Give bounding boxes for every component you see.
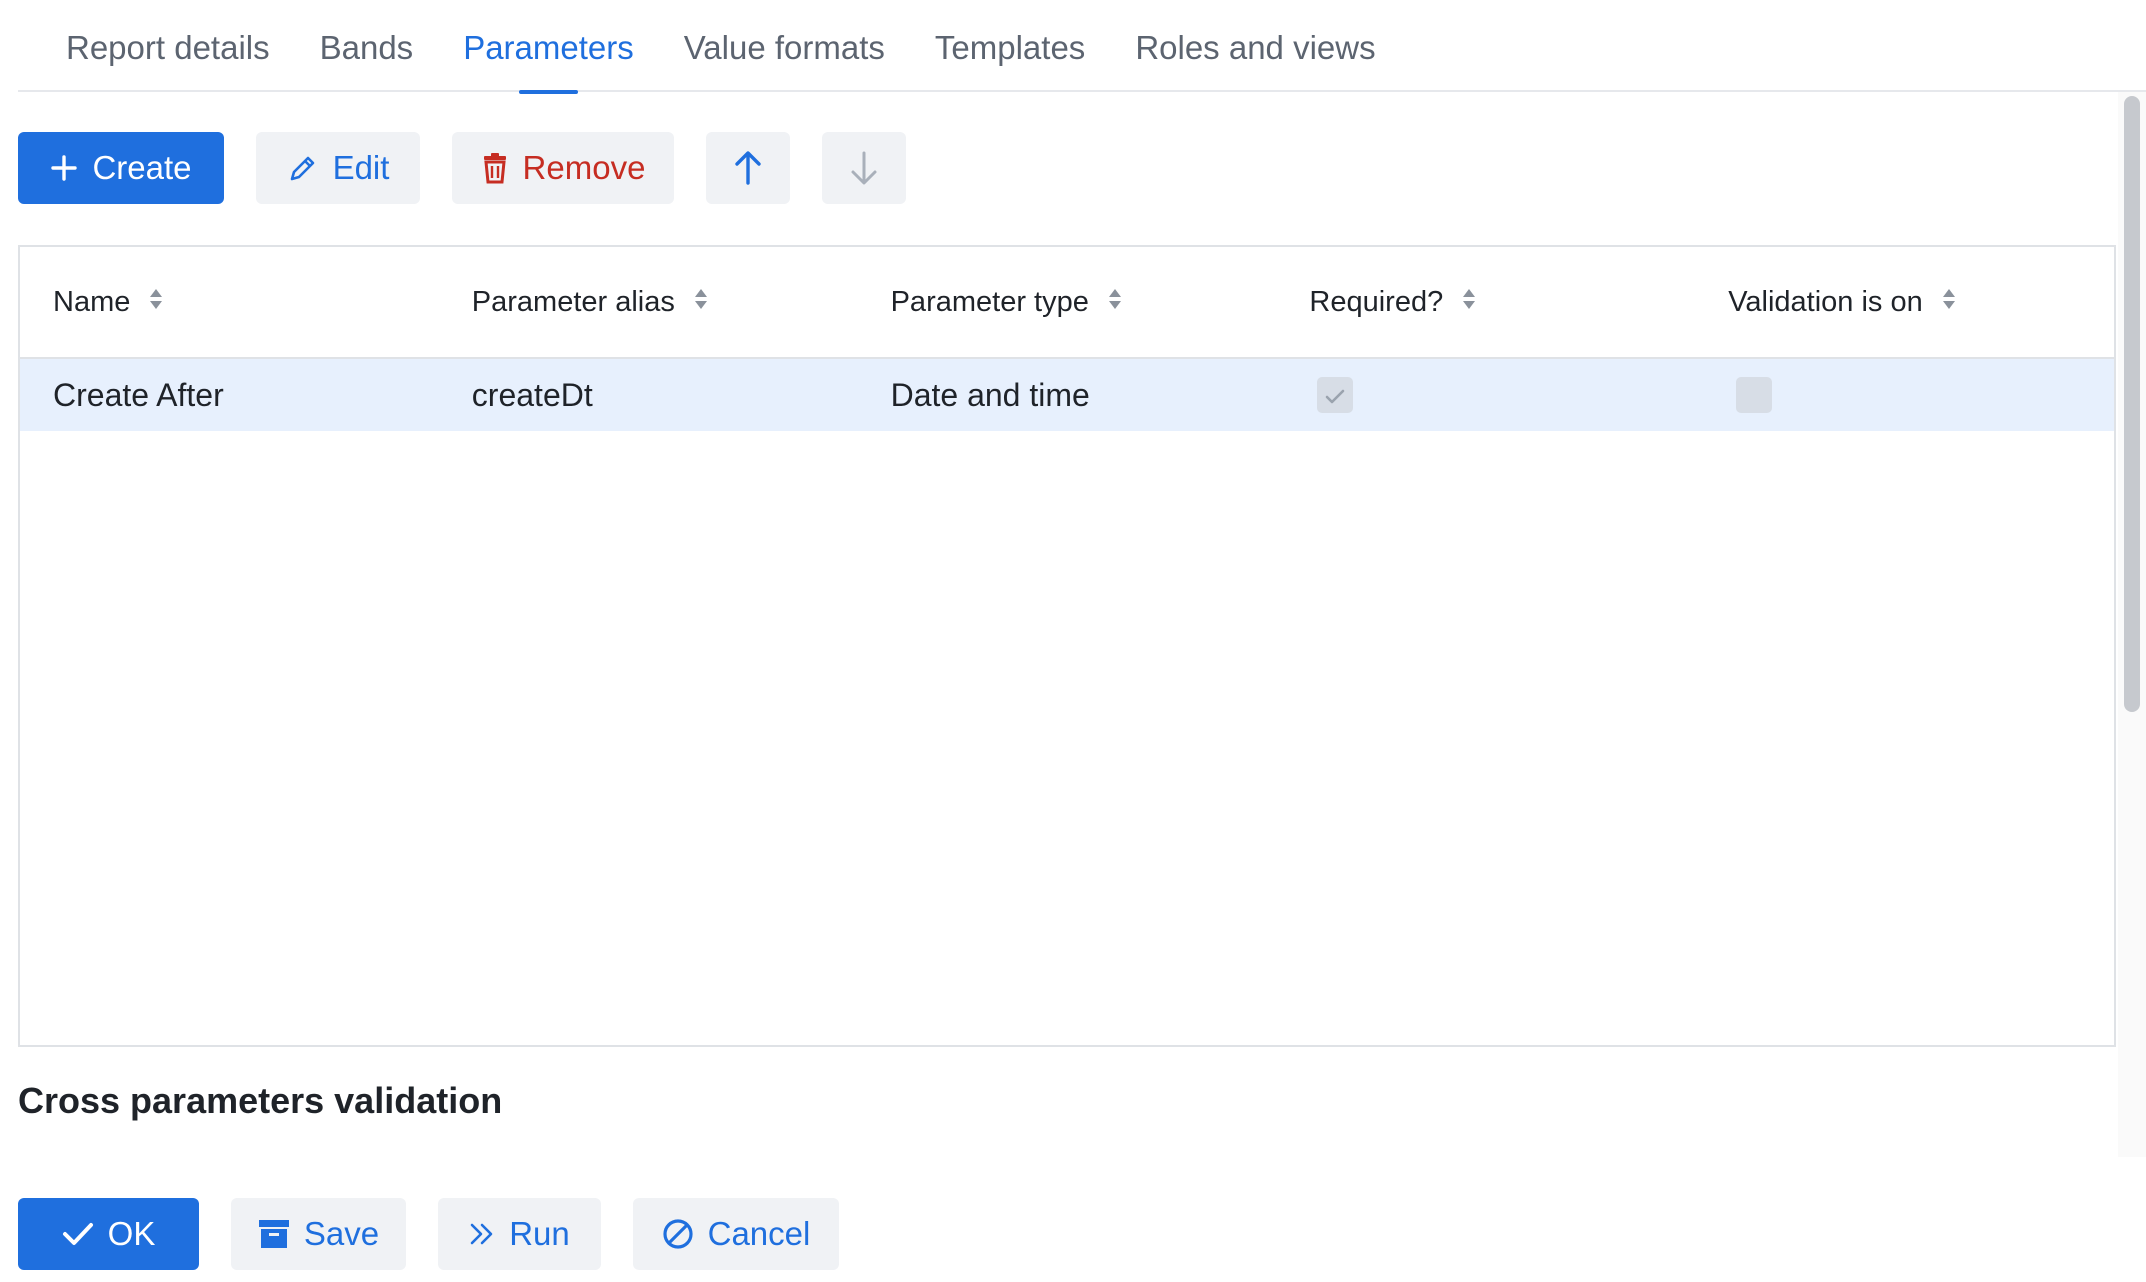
cross-parameters-validation-title: Cross parameters validation <box>18 1080 503 1121</box>
save-button[interactable]: Save <box>231 1198 406 1270</box>
check-icon <box>1324 377 1346 414</box>
ok-button-label: OK <box>107 1215 156 1252</box>
remove-button-label: Remove <box>522 149 646 186</box>
move-down-button[interactable] <box>822 132 906 204</box>
table-header: Name Parameter alias Parameter type Requ… <box>20 247 2114 359</box>
checkmark-icon <box>62 1221 94 1247</box>
column-header-parameter-alias[interactable]: Parameter alias <box>439 286 858 319</box>
sort-icon[interactable] <box>693 286 709 319</box>
tab-report-details[interactable]: Report details <box>66 0 270 92</box>
column-header-name[interactable]: Name <box>20 286 439 319</box>
arrow-down-icon <box>849 150 879 186</box>
cancel-button[interactable]: Cancel <box>633 1198 839 1270</box>
run-button[interactable]: Run <box>438 1198 601 1270</box>
tab-value-formats[interactable]: Value formats <box>684 0 885 92</box>
column-header-parameter-type[interactable]: Parameter type <box>858 286 1277 319</box>
cell-name: Create After <box>53 376 224 413</box>
tab-bar: Report details Bands Parameters Value fo… <box>18 0 2146 94</box>
cell-type: Date and time <box>890 376 1090 413</box>
cell-alias: createDt <box>471 376 593 413</box>
report-editor: Report details Bands Parameters Value fo… <box>0 0 2146 1282</box>
required-checkbox <box>1317 377 1354 414</box>
cancel-button-label: Cancel <box>707 1215 811 1252</box>
create-button[interactable]: Create <box>18 132 224 204</box>
edit-button-label: Edit <box>332 149 390 186</box>
ok-button[interactable]: OK <box>18 1198 199 1270</box>
edit-button[interactable]: Edit <box>256 132 420 204</box>
archive-icon <box>258 1219 290 1249</box>
sort-icon[interactable] <box>148 286 164 319</box>
tab-bands[interactable]: Bands <box>320 0 414 92</box>
tab-parameters[interactable]: Parameters <box>463 0 634 94</box>
tab-templates[interactable]: Templates <box>935 0 1085 92</box>
create-button-label: Create <box>92 149 192 186</box>
double-chevron-right-icon <box>469 1222 495 1246</box>
sort-icon[interactable] <box>1941 286 1957 319</box>
column-header-validation-is-on[interactable]: Validation is on <box>1695 286 2114 319</box>
column-header-required[interactable]: Required? <box>1276 286 1695 319</box>
tab-roles-and-views[interactable]: Roles and views <box>1135 0 1375 92</box>
pencil-icon <box>287 152 319 184</box>
plus-icon <box>50 154 78 182</box>
cell-validation <box>1695 377 2114 413</box>
validation-checkbox <box>1736 377 1773 413</box>
table-row[interactable]: Create After createDt Date and time <box>20 359 2114 431</box>
sort-icon[interactable] <box>1461 286 1477 319</box>
trash-icon <box>481 152 509 184</box>
save-button-label: Save <box>303 1215 380 1252</box>
footer-actions: OK Save Run Cancel <box>18 1198 839 1270</box>
ban-icon <box>662 1218 694 1250</box>
arrow-up-icon <box>733 150 763 186</box>
remove-button[interactable]: Remove <box>452 132 674 204</box>
scrollbar-thumb[interactable] <box>2124 96 2140 712</box>
parameters-toolbar: Create Edit Remove <box>18 132 906 204</box>
run-button-label: Run <box>509 1215 570 1252</box>
parameters-table: Name Parameter alias Parameter type Requ… <box>18 245 2116 1047</box>
sort-icon[interactable] <box>1107 286 1123 319</box>
cell-required <box>1276 377 1695 413</box>
move-up-button[interactable] <box>706 132 790 204</box>
